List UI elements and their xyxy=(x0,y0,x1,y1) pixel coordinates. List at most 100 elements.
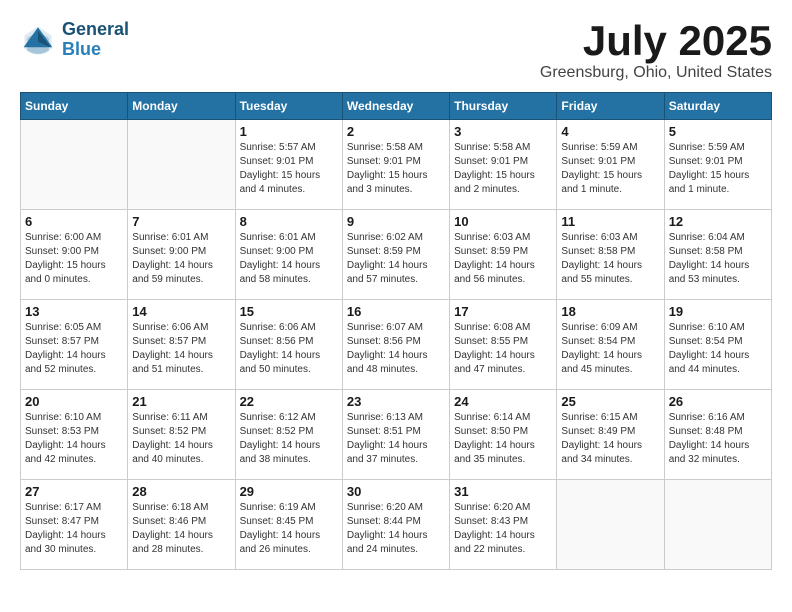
logo-icon xyxy=(20,22,56,58)
day-info: Sunrise: 5:59 AMSunset: 9:01 PMDaylight:… xyxy=(561,141,659,197)
day-number: 25 xyxy=(561,394,659,409)
day-info: Sunrise: 6:16 AMSunset: 8:48 PMDaylight:… xyxy=(669,411,767,467)
day-number: 31 xyxy=(454,484,552,499)
logo-line1: General xyxy=(62,20,129,40)
day-number: 22 xyxy=(240,394,338,409)
day-number: 26 xyxy=(669,394,767,409)
day-cell: 11Sunrise: 6:03 AMSunset: 8:58 PMDayligh… xyxy=(557,210,664,300)
day-info: Sunrise: 6:00 AMSunset: 9:00 PMDaylight:… xyxy=(25,231,123,287)
day-number: 28 xyxy=(132,484,230,499)
day-cell: 29 Sunrise: 6:19 AMSunset: 8:45 PMDayligh… xyxy=(235,480,342,570)
day-number: 12 xyxy=(669,214,767,229)
day-info: Sunrise: 6:17 AMSunset: 8:47 PMDaylight:… xyxy=(25,501,123,557)
day-cell: 27 Sunrise: 6:17 AMSunset: 8:47 PMDayligh… xyxy=(21,480,128,570)
day-number: 4 xyxy=(561,124,659,139)
day-info: Sunrise: 5:58 AMSunset: 9:01 PMDaylight:… xyxy=(347,141,445,197)
day-number: 17 xyxy=(454,304,552,319)
week-row-1: 1 Sunrise: 5:57 AMSunset: 9:01 PMDaylight… xyxy=(21,120,772,210)
day-cell: 25 Sunrise: 6:15 AMSunset: 8:49 PMDayligh… xyxy=(557,390,664,480)
day-number: 19 xyxy=(669,304,767,319)
day-cell: 4 Sunrise: 5:59 AMSunset: 9:01 PMDaylight… xyxy=(557,120,664,210)
day-info: Sunrise: 6:12 AMSunset: 8:52 PMDaylight:… xyxy=(240,411,338,467)
week-row-3: 13Sunrise: 6:05 AMSunset: 8:57 PMDayligh… xyxy=(21,300,772,390)
day-number: 18 xyxy=(561,304,659,319)
day-cell: 28 Sunrise: 6:18 AMSunset: 8:46 PMDayligh… xyxy=(128,480,235,570)
day-info: Sunrise: 6:01 AMSunset: 9:00 PMDaylight:… xyxy=(132,231,230,287)
day-cell: 21 Sunrise: 6:11 AMSunset: 8:52 PMDayligh… xyxy=(128,390,235,480)
day-number: 27 xyxy=(25,484,123,499)
day-number: 21 xyxy=(132,394,230,409)
day-info: Sunrise: 6:03 AMSunset: 8:58 PMDaylight:… xyxy=(561,231,659,287)
day-number: 1 xyxy=(240,124,338,139)
day-number: 20 xyxy=(25,394,123,409)
day-info: Sunrise: 6:18 AMSunset: 8:46 PMDaylight:… xyxy=(132,501,230,557)
day-info: Sunrise: 6:06 AMSunset: 8:57 PMDaylight:… xyxy=(132,321,230,377)
day-number: 2 xyxy=(347,124,445,139)
day-info: Sunrise: 6:15 AMSunset: 8:49 PMDaylight:… xyxy=(561,411,659,467)
day-cell: 23 Sunrise: 6:13 AMSunset: 8:51 PMDayligh… xyxy=(342,390,449,480)
day-cell: 22 Sunrise: 6:12 AMSunset: 8:52 PMDayligh… xyxy=(235,390,342,480)
weekday-header-saturday: Saturday xyxy=(664,93,771,120)
logo-line2: Blue xyxy=(62,40,129,60)
day-cell: 2 Sunrise: 5:58 AMSunset: 9:01 PMDaylight… xyxy=(342,120,449,210)
day-info: Sunrise: 5:59 AMSunset: 9:01 PMDaylight:… xyxy=(669,141,767,197)
day-number: 29 xyxy=(240,484,338,499)
day-cell xyxy=(664,480,771,570)
day-cell: 15 Sunrise: 6:06 AMSunset: 8:56 PMDayligh… xyxy=(235,300,342,390)
weekday-header-monday: Monday xyxy=(128,93,235,120)
day-cell: 24 Sunrise: 6:14 AMSunset: 8:50 PMDayligh… xyxy=(450,390,557,480)
day-cell: 26 Sunrise: 6:16 AMSunset: 8:48 PMDayligh… xyxy=(664,390,771,480)
day-number: 15 xyxy=(240,304,338,319)
day-cell: 18 Sunrise: 6:09 AMSunset: 8:54 PMDayligh… xyxy=(557,300,664,390)
day-info: Sunrise: 6:19 AMSunset: 8:45 PMDaylight:… xyxy=(240,501,338,557)
day-info: Sunrise: 6:04 AMSunset: 8:58 PMDaylight:… xyxy=(669,231,767,287)
day-info: Sunrise: 6:10 AMSunset: 8:54 PMDaylight:… xyxy=(669,321,767,377)
day-number: 7 xyxy=(132,214,230,229)
day-cell: 30 Sunrise: 6:20 AMSunset: 8:44 PMDayligh… xyxy=(342,480,449,570)
location: Greensburg, Ohio, United States xyxy=(540,64,772,82)
weekday-header-row: SundayMondayTuesdayWednesdayThursdayFrid… xyxy=(21,93,772,120)
weekday-header-friday: Friday xyxy=(557,93,664,120)
day-cell xyxy=(128,120,235,210)
day-cell: 5Sunrise: 5:59 AMSunset: 9:01 PMDaylight… xyxy=(664,120,771,210)
page-header: General Blue July 2025 Greensburg, Ohio,… xyxy=(20,20,772,82)
day-info: Sunrise: 6:02 AMSunset: 8:59 PMDaylight:… xyxy=(347,231,445,287)
day-number: 3 xyxy=(454,124,552,139)
week-row-4: 20 Sunrise: 6:10 AMSunset: 8:53 PMDayligh… xyxy=(21,390,772,480)
day-cell: 9Sunrise: 6:02 AMSunset: 8:59 PMDaylight… xyxy=(342,210,449,300)
day-number: 23 xyxy=(347,394,445,409)
day-info: Sunrise: 5:57 AMSunset: 9:01 PMDaylight:… xyxy=(240,141,338,197)
day-info: Sunrise: 6:14 AMSunset: 8:50 PMDaylight:… xyxy=(454,411,552,467)
day-info: Sunrise: 6:09 AMSunset: 8:54 PMDaylight:… xyxy=(561,321,659,377)
day-number: 16 xyxy=(347,304,445,319)
day-number: 24 xyxy=(454,394,552,409)
day-cell: 10Sunrise: 6:03 AMSunset: 8:59 PMDayligh… xyxy=(450,210,557,300)
weekday-header-sunday: Sunday xyxy=(21,93,128,120)
title-block: July 2025 Greensburg, Ohio, United State… xyxy=(540,20,772,82)
day-number: 8 xyxy=(240,214,338,229)
day-info: Sunrise: 6:13 AMSunset: 8:51 PMDaylight:… xyxy=(347,411,445,467)
day-cell: 19 Sunrise: 6:10 AMSunset: 8:54 PMDayligh… xyxy=(664,300,771,390)
day-cell: 8Sunrise: 6:01 AMSunset: 9:00 PMDaylight… xyxy=(235,210,342,300)
weekday-header-wednesday: Wednesday xyxy=(342,93,449,120)
day-info: Sunrise: 6:10 AMSunset: 8:53 PMDaylight:… xyxy=(25,411,123,467)
logo: General Blue xyxy=(20,20,129,60)
day-info: Sunrise: 6:20 AMSunset: 8:44 PMDaylight:… xyxy=(347,501,445,557)
day-cell: 3Sunrise: 5:58 AMSunset: 9:01 PMDaylight… xyxy=(450,120,557,210)
day-cell: 20 Sunrise: 6:10 AMSunset: 8:53 PMDayligh… xyxy=(21,390,128,480)
day-cell: 7 Sunrise: 6:01 AMSunset: 9:00 PMDaylight… xyxy=(128,210,235,300)
day-cell: 16Sunrise: 6:07 AMSunset: 8:56 PMDayligh… xyxy=(342,300,449,390)
day-cell: 1 Sunrise: 5:57 AMSunset: 9:01 PMDaylight… xyxy=(235,120,342,210)
weekday-header-thursday: Thursday xyxy=(450,93,557,120)
day-info: Sunrise: 6:06 AMSunset: 8:56 PMDaylight:… xyxy=(240,321,338,377)
day-cell: 14Sunrise: 6:06 AMSunset: 8:57 PMDayligh… xyxy=(128,300,235,390)
day-cell xyxy=(557,480,664,570)
day-number: 6 xyxy=(25,214,123,229)
day-number: 30 xyxy=(347,484,445,499)
day-cell xyxy=(21,120,128,210)
day-info: Sunrise: 6:11 AMSunset: 8:52 PMDaylight:… xyxy=(132,411,230,467)
day-info: Sunrise: 6:20 AMSunset: 8:43 PMDaylight:… xyxy=(454,501,552,557)
day-cell: 12 Sunrise: 6:04 AMSunset: 8:58 PMDayligh… xyxy=(664,210,771,300)
day-cell: 6 Sunrise: 6:00 AMSunset: 9:00 PMDaylight… xyxy=(21,210,128,300)
day-info: Sunrise: 6:05 AMSunset: 8:57 PMDaylight:… xyxy=(25,321,123,377)
